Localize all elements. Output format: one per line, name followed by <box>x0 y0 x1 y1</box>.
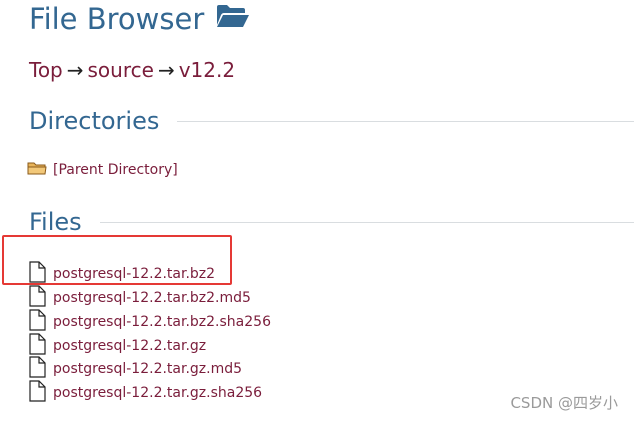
file-row: postgresql-12.2.tar.bz2.sha256 <box>27 309 271 335</box>
file-row: postgresql-12.2.tar.bz2.md5 <box>27 285 251 311</box>
page-title: File Browser <box>29 0 250 38</box>
file-row: postgresql-12.2.tar.gz.md5 <box>27 356 242 382</box>
file-link[interactable]: postgresql-12.2.tar.bz2.sha256 <box>53 314 271 330</box>
breadcrumb-separator: → <box>157 58 175 82</box>
file-icon <box>27 285 47 311</box>
file-row: postgresql-12.2.tar.gz.sha256 <box>27 380 262 406</box>
file-icon <box>27 356 47 382</box>
page-title-text: File Browser <box>29 2 205 36</box>
parent-directory-link[interactable]: [Parent Directory] <box>53 162 178 178</box>
file-link[interactable]: postgresql-12.2.tar.bz2 <box>53 266 215 282</box>
section-divider <box>177 120 634 122</box>
breadcrumb-top-link[interactable]: Top <box>29 58 63 82</box>
file-icon <box>27 261 47 287</box>
folder-icon <box>27 160 47 180</box>
file-link[interactable]: postgresql-12.2.tar.bz2.md5 <box>53 290 251 306</box>
directories-heading: Directories <box>29 107 160 135</box>
section-divider <box>99 221 634 223</box>
file-link[interactable]: postgresql-12.2.tar.gz.sha256 <box>53 385 262 401</box>
breadcrumb-source-link[interactable]: source <box>88 58 154 82</box>
file-link[interactable]: postgresql-12.2.tar.gz.md5 <box>53 361 242 377</box>
file-icon <box>27 380 47 406</box>
files-heading: Files <box>29 208 82 236</box>
directories-heading-row: Directories <box>29 106 634 136</box>
parent-directory-row: [Parent Directory] <box>27 160 178 180</box>
breadcrumb-current: v12.2 <box>178 58 236 82</box>
file-link[interactable]: postgresql-12.2.tar.gz <box>53 338 206 354</box>
files-heading-row: Files <box>29 207 634 237</box>
folder-open-icon <box>216 0 250 38</box>
file-icon <box>27 309 47 335</box>
watermark: CSDN @四岁小 <box>510 394 618 412</box>
breadcrumb: Top → source → v12.2 <box>29 56 235 84</box>
file-row: postgresql-12.2.tar.bz2 <box>27 261 215 287</box>
breadcrumb-separator: → <box>66 58 84 82</box>
